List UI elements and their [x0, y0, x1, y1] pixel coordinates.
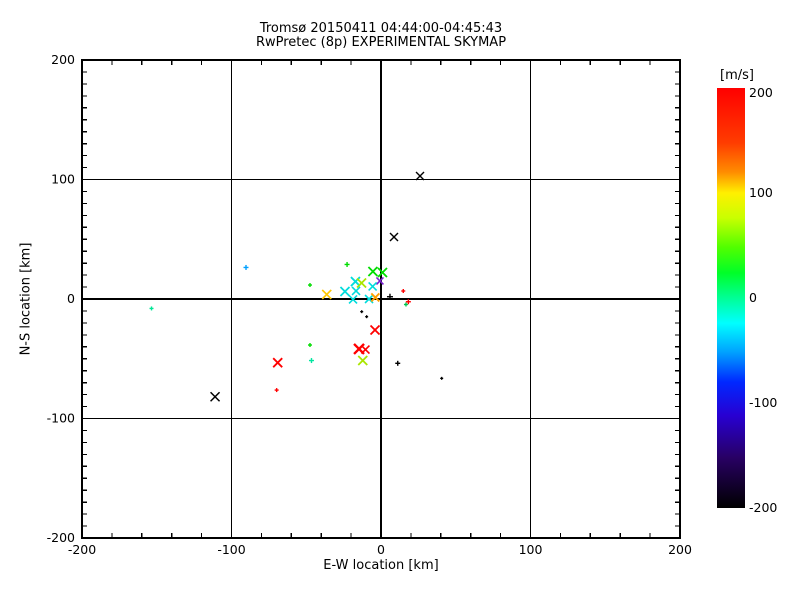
plot-canvas: -200 -100 0 100 200 -200 -100 0 100 200 200 100 0 -10… [47, 52, 778, 557]
tick-label: 100 [519, 542, 543, 557]
tick-label: -200 [47, 530, 75, 545]
tick-label: 0 [749, 290, 757, 305]
tick-label: 100 [51, 172, 75, 187]
tick-label: 200 [668, 542, 692, 557]
tick-label: 200 [51, 52, 75, 67]
skymap-window: Tromsø 20150411 04:44:00-04:45:43 RwPret… [0, 0, 800, 600]
tick-label: 0 [377, 542, 385, 557]
tick-label: -100 [217, 542, 245, 557]
tick-label: -100 [749, 395, 777, 410]
tick-label: 100 [749, 185, 773, 200]
tick-label: 0 [67, 291, 75, 306]
tick-label: -100 [47, 411, 75, 426]
tick-label: -200 [749, 500, 777, 515]
tick-label: 200 [749, 85, 773, 100]
